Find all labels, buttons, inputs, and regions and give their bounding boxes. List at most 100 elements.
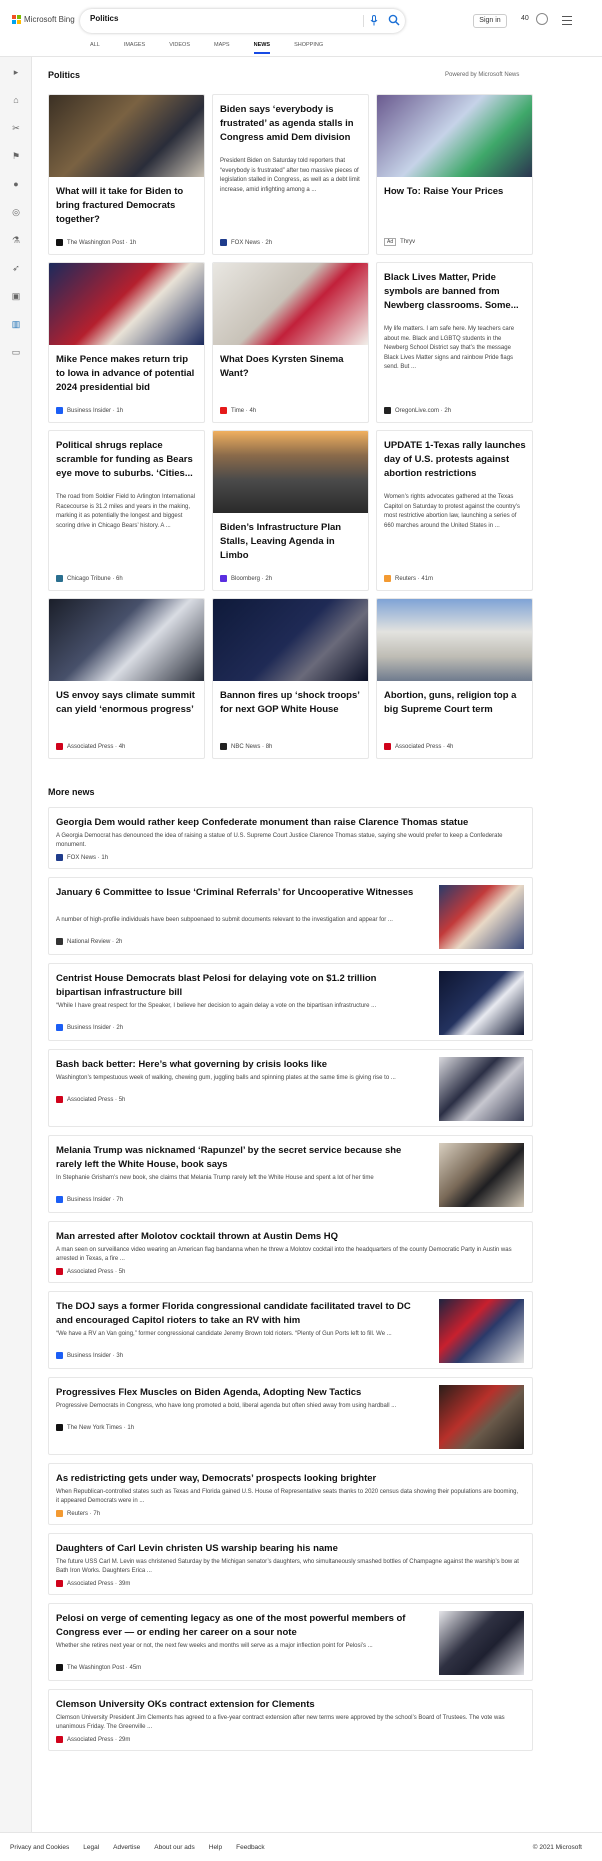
footer-link-feedback[interactable]: Feedback — [236, 1844, 265, 1851]
rocket-icon[interactable]: ➶ — [9, 261, 23, 275]
news-card[interactable]: How To: Raise Your Prices Ad Thryv — [376, 94, 533, 255]
news-list-item[interactable]: As redistricting gets under way, Democra… — [48, 1463, 533, 1525]
news-item-title[interactable]: Bash back better: Here’s what governing … — [56, 1058, 421, 1072]
news-list-item[interactable]: Daughters of Carl Levin christen US wars… — [48, 1533, 533, 1595]
news-item-image[interactable] — [439, 971, 524, 1035]
news-list-item[interactable]: January 6 Committee to Issue ‘Criminal R… — [48, 877, 533, 955]
news-list-item[interactable]: Man arrested after Molotov cocktail thro… — [48, 1221, 533, 1283]
news-item-title[interactable]: Melania Trump was nicknamed ‘Rapunzel’ b… — [56, 1144, 421, 1172]
tab-shopping[interactable]: SHOPPING — [294, 40, 323, 54]
tools-icon[interactable]: ✂ — [9, 121, 23, 135]
bing-logo[interactable]: Microsoft Bing — [12, 15, 75, 24]
footer-link-about-our-ads[interactable]: About our ads — [154, 1844, 194, 1851]
news-list-item[interactable]: Centrist House Democrats blast Pelosi fo… — [48, 963, 533, 1041]
news-item-image[interactable] — [439, 1385, 524, 1449]
news-card[interactable]: What Does Kyrsten Sinema Want? Time · 4h — [212, 262, 369, 423]
news-card-title[interactable]: What Does Kyrsten Sinema Want? — [220, 353, 363, 381]
money-icon[interactable]: ▭ — [9, 345, 23, 359]
news-card[interactable]: Mike Pence makes return trip to Iowa in … — [48, 262, 205, 423]
rewards-count[interactable]: 40 — [521, 15, 529, 22]
science-icon[interactable]: ⚗ — [9, 233, 23, 247]
news-item-title[interactable]: Georgia Dem would rather keep Confederat… — [56, 816, 521, 830]
news-item-title[interactable]: Centrist House Democrats blast Pelosi fo… — [56, 972, 421, 1000]
news-card-title[interactable]: Biden’s Infrastructure Plan Stalls, Leav… — [220, 521, 363, 563]
news-card-title[interactable]: UPDATE 1-Texas rally launches day of U.S… — [384, 439, 527, 481]
news-item-title[interactable]: Pelosi on verge of cementing legacy as o… — [56, 1612, 421, 1640]
tab-videos[interactable]: VIDEOS — [169, 40, 190, 54]
news-card-title[interactable]: Biden says ‘everybody is frustrated’ as … — [220, 103, 363, 145]
flag-icon[interactable]: ⚑ — [9, 149, 23, 163]
tab-news[interactable]: NEWS — [253, 40, 270, 54]
news-item-image[interactable] — [439, 1611, 524, 1675]
news-card-title[interactable]: How To: Raise Your Prices — [384, 185, 527, 199]
news-card[interactable]: Bannon fires up ‘shock troops’ for next … — [212, 598, 369, 759]
news-list-item[interactable]: Clemson University OKs contract extensio… — [48, 1689, 533, 1751]
news-card-snippet: My life matters. I am safe here. My teac… — [384, 326, 515, 370]
news-card-title[interactable]: Black Lives Matter, Pride symbols are ba… — [384, 271, 527, 313]
news-item-image[interactable] — [439, 1299, 524, 1363]
footer-link-advertise[interactable]: Advertise — [113, 1844, 140, 1851]
entertainment-icon[interactable]: ▣ — [9, 289, 23, 303]
news-list-item[interactable]: Pelosi on verge of cementing legacy as o… — [48, 1603, 533, 1681]
news-card-title[interactable]: Mike Pence makes return trip to Iowa in … — [56, 353, 199, 395]
news-item-title[interactable]: The DOJ says a former Florida congressio… — [56, 1300, 421, 1328]
news-card[interactable]: What will it take for Biden to bring fra… — [48, 94, 205, 255]
news-card-title[interactable]: Political shrugs replace scramble for fu… — [56, 439, 199, 481]
tab-maps[interactable]: MAPS — [214, 40, 230, 54]
news-list-item[interactable]: Bash back better: Here’s what governing … — [48, 1049, 533, 1127]
search-input[interactable] — [90, 14, 360, 23]
hamburger-menu-icon[interactable] — [562, 16, 572, 28]
footer-link-privacy-and-cookies[interactable]: Privacy and Cookies — [10, 1844, 69, 1851]
news-item-title[interactable]: Daughters of Carl Levin christen US wars… — [56, 1542, 521, 1556]
news-card-image[interactable] — [213, 599, 368, 681]
news-list-item[interactable]: Melania Trump was nicknamed ‘Rapunzel’ b… — [48, 1135, 533, 1213]
source-time: 2h — [116, 1024, 124, 1031]
news-item-snippet: A Georgia Democrat has denounced the ide… — [56, 833, 503, 848]
news-card-title[interactable]: Bannon fires up ‘shock troops’ for next … — [220, 689, 363, 717]
footer-link-help[interactable]: Help — [209, 1844, 222, 1851]
news-card-image[interactable] — [49, 95, 204, 177]
news-card[interactable]: Black Lives Matter, Pride symbols are ba… — [376, 262, 533, 423]
news-card[interactable]: Political shrugs replace scramble for fu… — [48, 430, 205, 591]
news-card[interactable]: Biden’s Infrastructure Plan Stalls, Leav… — [212, 430, 369, 591]
rewards-medal-icon[interactable] — [536, 13, 548, 25]
news-card-title[interactable]: What will it take for Biden to bring fra… — [56, 185, 199, 227]
politics-icon[interactable]: ▥ — [9, 317, 23, 331]
globe-icon[interactable]: ◎ — [9, 205, 23, 219]
news-card[interactable]: UPDATE 1-Texas rally launches day of U.S… — [376, 430, 533, 591]
news-list-item[interactable]: Progressives Flex Muscles on Biden Agend… — [48, 1377, 533, 1455]
location-pin-icon[interactable]: ● — [9, 177, 23, 191]
news-item-source: Associated Press · 29m — [56, 1736, 130, 1743]
news-card-image[interactable] — [377, 599, 532, 681]
microphone-icon[interactable] — [370, 15, 378, 26]
tab-images[interactable]: IMAGES — [124, 40, 145, 54]
news-item-title[interactable]: January 6 Committee to Issue ‘Criminal R… — [56, 886, 421, 900]
news-card-image[interactable] — [49, 599, 204, 681]
news-card-image[interactable] — [49, 263, 204, 345]
news-item-title[interactable]: Clemson University OKs contract extensio… — [56, 1698, 521, 1712]
news-card-title[interactable]: US envoy says climate summit can yield ‘… — [56, 689, 199, 717]
news-item-title[interactable]: Man arrested after Molotov cocktail thro… — [56, 1230, 521, 1244]
news-card[interactable]: Abortion, guns, religion top a big Supre… — [376, 598, 533, 759]
news-item-image[interactable] — [439, 1057, 524, 1121]
news-card-image[interactable] — [213, 263, 368, 345]
sign-in-button[interactable]: Sign in — [473, 14, 507, 28]
news-list-item[interactable]: The DOJ says a former Florida congressio… — [48, 1291, 533, 1369]
search-icon[interactable] — [388, 14, 400, 26]
news-card-title[interactable]: Abortion, guns, religion top a big Supre… — [384, 689, 527, 717]
news-card[interactable]: Biden says ‘everybody is frustrated’ as … — [212, 94, 369, 255]
news-list-item[interactable]: Georgia Dem would rather keep Confederat… — [48, 807, 533, 869]
tab-all[interactable]: ALL — [90, 40, 100, 54]
news-item-title[interactable]: As redistricting gets under way, Democra… — [56, 1472, 521, 1486]
search-box[interactable] — [80, 9, 405, 33]
expand-sidebar-icon[interactable]: ▸ — [9, 65, 23, 79]
news-item-title[interactable]: Progressives Flex Muscles on Biden Agend… — [56, 1386, 421, 1400]
news-card[interactable]: US envoy says climate summit can yield ‘… — [48, 598, 205, 759]
footer-link-legal[interactable]: Legal — [83, 1844, 99, 1851]
news-card-image[interactable] — [377, 95, 532, 177]
news-item-image[interactable] — [439, 885, 524, 949]
news-card-image[interactable] — [213, 431, 368, 513]
news-item-image[interactable] — [439, 1143, 524, 1207]
home-icon[interactable]: ⌂ — [9, 93, 23, 107]
source-favicon-icon — [56, 743, 63, 750]
